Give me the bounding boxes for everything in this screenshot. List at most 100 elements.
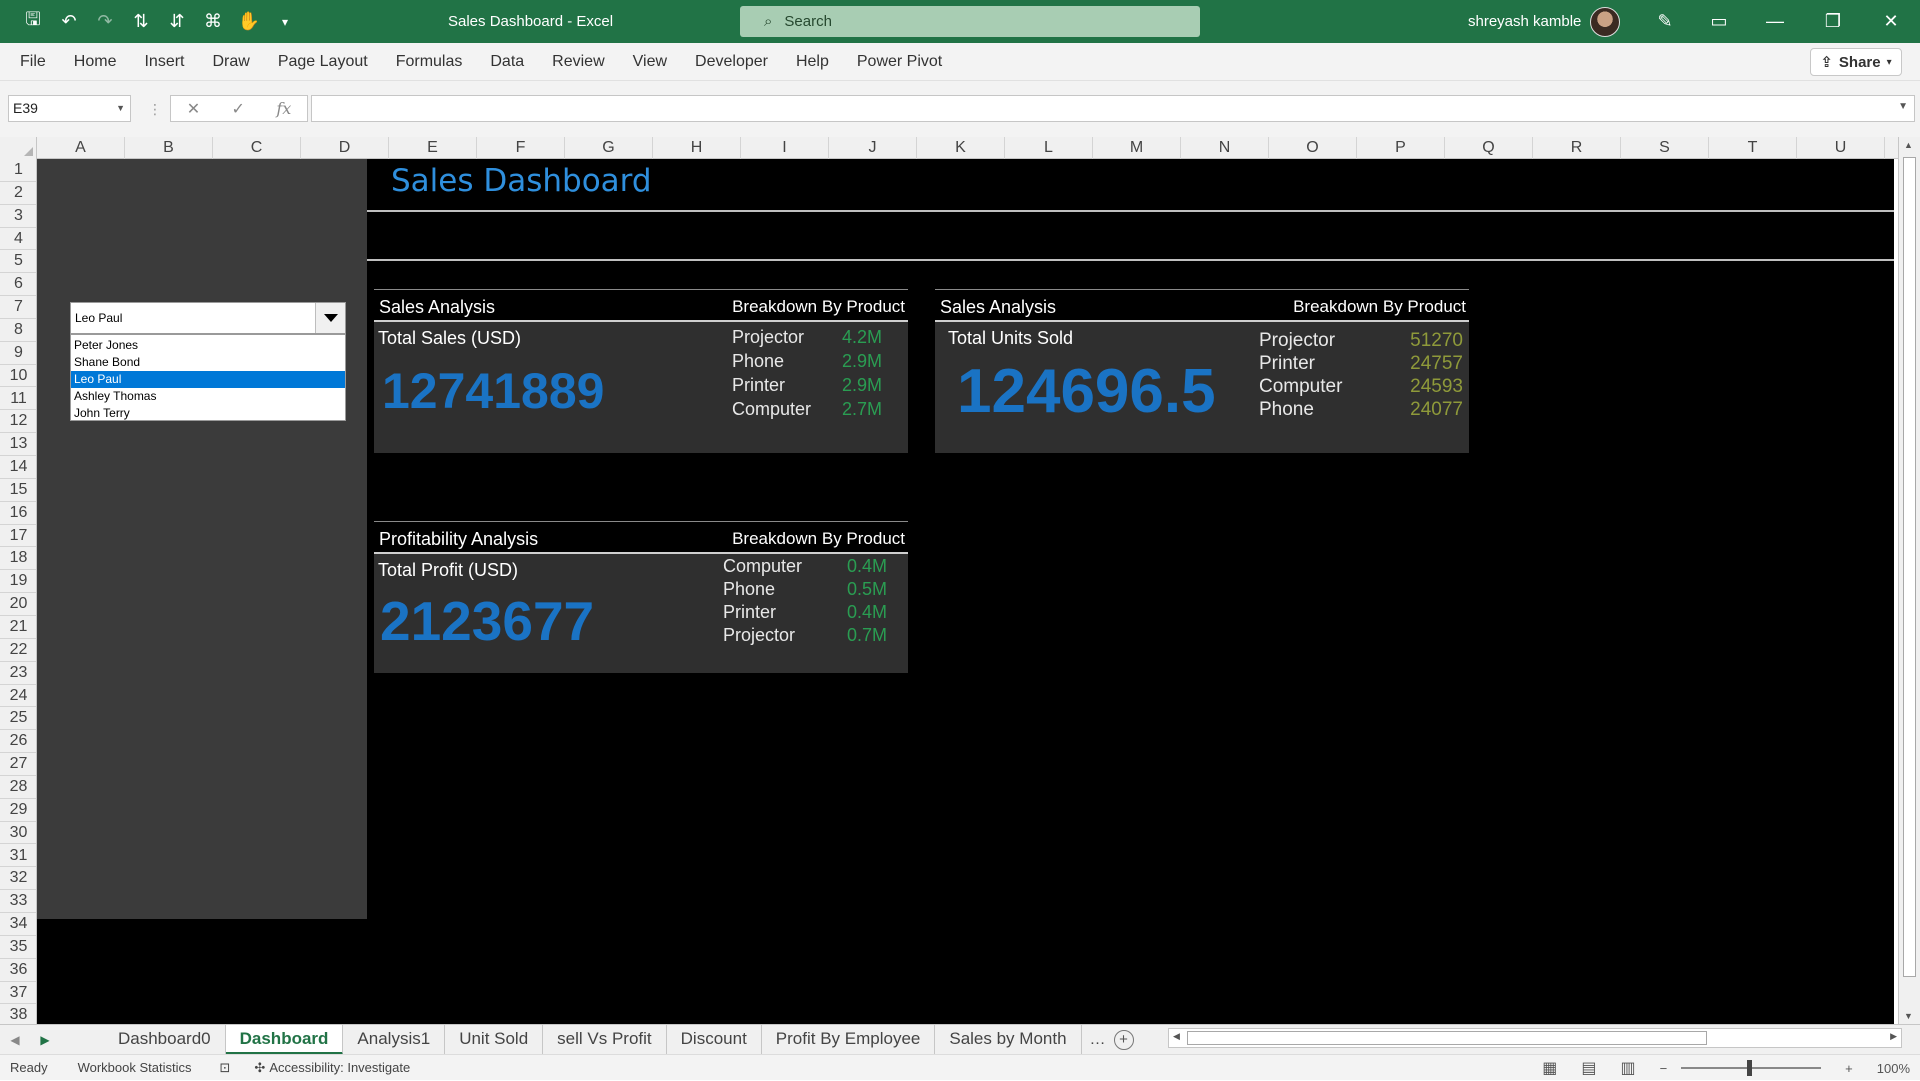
row-header[interactable]: 18	[0, 547, 36, 571]
row-header[interactable]: 8	[0, 319, 36, 342]
row-header[interactable]: 6	[0, 273, 36, 297]
row-header[interactable]: 20	[0, 593, 36, 616]
row-header[interactable]: 17	[0, 525, 36, 548]
workbook-statistics[interactable]: Workbook Statistics	[78, 1060, 192, 1075]
tab-insert[interactable]: Insert	[130, 43, 198, 81]
sheet-tab[interactable]: Discount	[667, 1024, 762, 1055]
row-header[interactable]: 7	[0, 296, 36, 319]
row-header[interactable]: 38	[0, 1004, 36, 1024]
row-header[interactable]: 34	[0, 913, 36, 936]
row-header[interactable]: 32	[0, 867, 36, 891]
row-header[interactable]: 19	[0, 570, 36, 594]
row-header[interactable]: 36	[0, 959, 36, 982]
tab-developer[interactable]: Developer	[681, 43, 782, 81]
sort-ascending-icon[interactable]: ⇅	[126, 7, 156, 37]
row-header[interactable]: 24	[0, 685, 36, 708]
chevron-down-icon[interactable]: ▼	[116, 96, 125, 121]
touch-mode-icon[interactable]: ✋	[234, 7, 264, 37]
dropdown-option[interactable]: Peter Jones	[71, 337, 345, 354]
macro-recording-icon[interactable]: ⊡	[220, 1060, 231, 1076]
save-icon[interactable]: 🖫	[18, 7, 48, 37]
page-break-view-icon[interactable]: ▥	[1620, 1058, 1635, 1078]
redo-icon[interactable]: ↷	[90, 7, 120, 37]
dropdown-option-selected[interactable]: Leo Paul	[71, 371, 345, 388]
sort-descending-icon[interactable]: ⇵	[162, 7, 192, 37]
row-header[interactable]: 16	[0, 502, 36, 525]
user-name[interactable]: shreyash kamble	[1468, 0, 1581, 43]
zoom-out-icon[interactable]: −	[1660, 1061, 1668, 1076]
tab-view[interactable]: View	[619, 43, 681, 81]
horizontal-scrollbar[interactable]: ◀ ▶	[1168, 1028, 1902, 1048]
column-header[interactable]: J	[829, 137, 917, 159]
column-header[interactable]: E	[389, 137, 477, 159]
user-avatar[interactable]	[1590, 7, 1620, 37]
row-header[interactable]: 21	[0, 616, 36, 639]
zoom-slider-knob[interactable]	[1747, 1060, 1753, 1076]
row-header[interactable]: 22	[0, 639, 36, 662]
row-header[interactable]: 14	[0, 456, 36, 479]
row-header[interactable]: 33	[0, 890, 36, 914]
sheet-tab[interactable]: Sales by Month	[935, 1024, 1082, 1055]
column-header[interactable]: K	[917, 137, 1005, 159]
row-header[interactable]: 9	[0, 342, 36, 365]
row-header[interactable]: 10	[0, 365, 36, 388]
column-header[interactable]: L	[1005, 137, 1093, 159]
dropdown-option[interactable]: Ashley Thomas	[71, 388, 345, 405]
row-header[interactable]: 25	[0, 707, 36, 731]
ribbon-display-options-icon[interactable]: ▭	[1694, 0, 1744, 43]
normal-view-icon[interactable]: ▦	[1542, 1058, 1557, 1078]
more-sheets-icon[interactable]: …	[1082, 1031, 1114, 1049]
zoom-in-icon[interactable]: +	[1845, 1061, 1853, 1076]
row-header[interactable]: 11	[0, 388, 36, 411]
row-header[interactable]: 3	[0, 205, 36, 228]
column-header[interactable]: A	[37, 137, 125, 159]
enter-icon[interactable]: ✓	[232, 99, 245, 119]
cancel-icon[interactable]: ✕	[187, 99, 200, 119]
customize-toolbar-icon[interactable]: ▾	[270, 7, 300, 37]
expand-formula-bar-icon[interactable]: ▼	[1898, 101, 1908, 112]
employee-dropdown[interactable]: Leo Paul	[70, 302, 346, 334]
scrollbar-thumb[interactable]	[1187, 1031, 1707, 1045]
column-header[interactable]: P	[1357, 137, 1445, 159]
share-button[interactable]: ⇪ Share ▾	[1810, 48, 1902, 76]
column-header[interactable]: O	[1269, 137, 1357, 159]
column-header[interactable]: C	[213, 137, 301, 159]
row-header[interactable]: 27	[0, 753, 36, 776]
sheet-tab[interactable]: Analysis1	[343, 1024, 446, 1055]
zoom-level[interactable]: 100%	[1877, 1061, 1910, 1076]
dropdown-option[interactable]: John Terry	[71, 405, 345, 422]
scroll-tabs-right-icon[interactable]: ▶	[30, 1033, 60, 1047]
scroll-tabs-left-icon[interactable]: ◀	[0, 1033, 30, 1047]
column-header[interactable]: N	[1181, 137, 1269, 159]
pen-icon[interactable]: ✎	[1640, 0, 1690, 43]
tab-data[interactable]: Data	[476, 43, 538, 81]
restore-icon[interactable]: ❐	[1808, 0, 1858, 43]
row-header[interactable]: 15	[0, 479, 36, 502]
new-sheet-icon[interactable]: +	[1113, 1029, 1134, 1050]
column-header[interactable]: I	[741, 137, 829, 159]
column-header[interactable]: S	[1621, 137, 1709, 159]
close-icon[interactable]: ✕	[1866, 0, 1916, 43]
select-all-corner[interactable]	[0, 137, 37, 159]
tab-help[interactable]: Help	[782, 43, 843, 81]
row-header[interactable]: 35	[0, 936, 36, 959]
row-header[interactable]: 26	[0, 730, 36, 754]
search-box[interactable]: ⌕ Search	[740, 6, 1200, 37]
formula-bar-splitter[interactable]: ⋮	[148, 101, 162, 118]
page-layout-view-icon[interactable]: ▤	[1581, 1058, 1596, 1078]
row-header[interactable]: 37	[0, 982, 36, 1005]
minimize-icon[interactable]: —	[1750, 0, 1800, 43]
row-header[interactable]: 1	[0, 159, 36, 182]
undo-icon[interactable]: ↶	[54, 7, 84, 37]
row-header[interactable]: 4	[0, 228, 36, 251]
tab-power-pivot[interactable]: Power Pivot	[843, 43, 956, 81]
scroll-up-icon[interactable]: ▲	[1904, 140, 1913, 150]
sheet-tab-active[interactable]: Dashboard	[225, 1024, 344, 1055]
column-header[interactable]: D	[301, 137, 389, 159]
column-header[interactable]: M	[1093, 137, 1181, 159]
row-header[interactable]: 29	[0, 799, 36, 822]
row-header[interactable]: 28	[0, 776, 36, 799]
tab-page-layout[interactable]: Page Layout	[264, 43, 382, 81]
name-box[interactable]: E39 ▼	[8, 95, 131, 122]
tab-file[interactable]: File	[0, 43, 60, 81]
